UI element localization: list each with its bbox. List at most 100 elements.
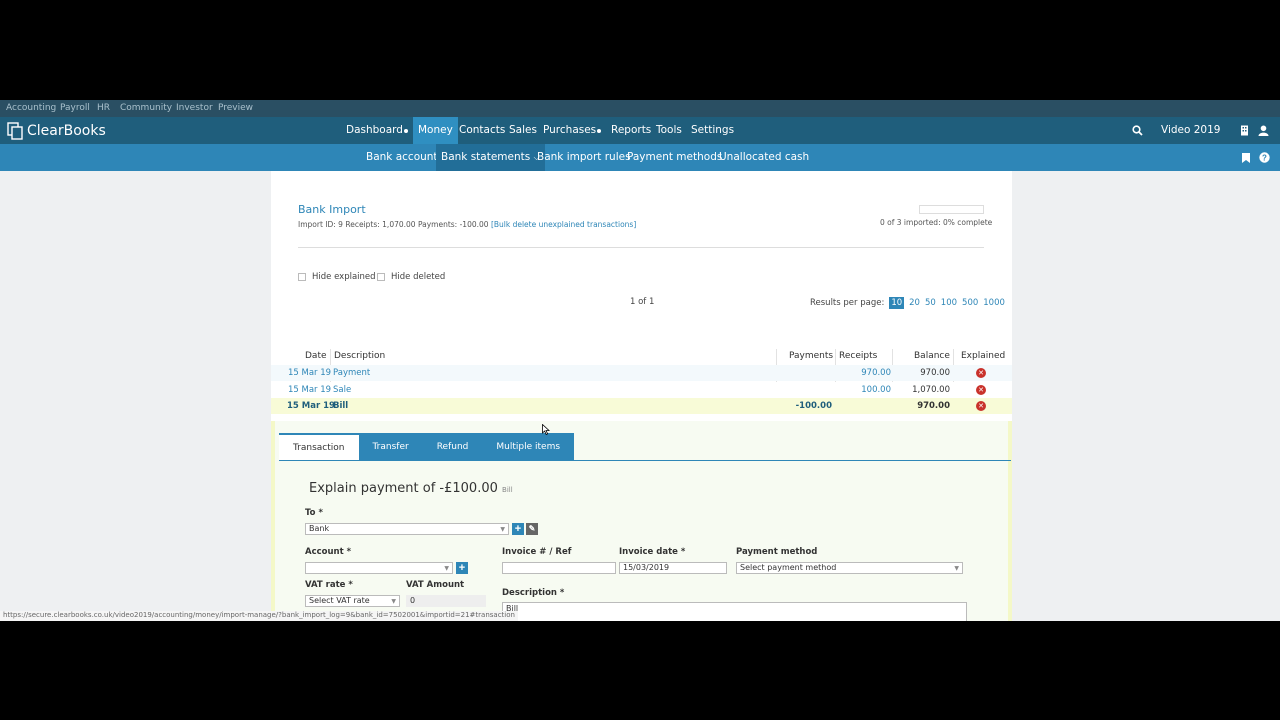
account-label: Account * <box>305 547 352 557</box>
unexplained-icon[interactable]: ✕ <box>976 385 986 395</box>
row-description[interactable]: Bill <box>333 401 348 411</box>
subnav-unallocated-cash[interactable]: Unallocated cash <box>719 144 809 171</box>
rpp-option-10[interactable]: 10 <box>889 297 905 309</box>
subnav-bank-accounts[interactable]: Bank accounts <box>366 144 443 171</box>
explain-title-tag: Bill <box>502 486 513 494</box>
tab-multiple-items[interactable]: Multiple items <box>482 433 575 461</box>
company-name[interactable]: Video 2019 <box>1161 117 1220 144</box>
hide-explained-checkbox[interactable] <box>298 273 306 281</box>
vat-rate-select[interactable]: Select VAT rate ▼ <box>305 595 400 607</box>
row-date[interactable]: 15 Mar 19 <box>288 368 331 378</box>
rpp-option-100[interactable]: 100 <box>941 298 957 308</box>
description-textarea[interactable]: Bill <box>502 602 967 621</box>
building-icon[interactable] <box>1240 125 1249 136</box>
status-bar-url: https://secure.clearbooks.co.uk/video201… <box>0 611 518 621</box>
nav-reports[interactable]: Reports <box>611 117 651 144</box>
tab-underline <box>279 460 1011 461</box>
explain-tabs: Transaction Transfer Refund Multiple ite… <box>279 433 575 461</box>
results-per-page-label: Results per page: <box>810 298 885 308</box>
col-balance: Balance <box>914 351 950 361</box>
row-date[interactable]: 15 Mar 19 <box>287 401 335 411</box>
row-balance: 970.00 <box>920 368 950 378</box>
row-receipts[interactable]: 100.00 <box>861 385 891 395</box>
product-bar: Accounting Payroll HR Community Investor… <box>0 100 1280 117</box>
help-icon[interactable]: ? <box>1259 152 1270 163</box>
subnav-payment-methods[interactable]: Payment methods <box>627 144 722 171</box>
app-screen: Accounting Payroll HR Community Investor… <box>0 100 1280 621</box>
user-icon[interactable] <box>1258 125 1269 136</box>
nav-sales[interactable]: Sales <box>509 117 537 144</box>
invoice-ref-label: Invoice # / Ref <box>502 547 572 557</box>
product-link-payroll[interactable]: Payroll <box>60 103 90 113</box>
nav-dashboard[interactable]: Dashboard <box>346 117 403 144</box>
product-link-investor[interactable]: Investor <box>176 103 213 113</box>
row-description[interactable]: Sale <box>333 385 351 395</box>
product-link-preview[interactable]: Preview <box>218 103 253 113</box>
hide-deleted-toggle[interactable]: Hide deleted <box>377 272 445 282</box>
nav-settings[interactable]: Settings <box>691 117 734 144</box>
import-progress-text: 0 of 3 imported: 0% complete <box>880 218 993 227</box>
product-link-hr[interactable]: HR <box>97 103 110 113</box>
rpp-option-20[interactable]: 20 <box>909 298 920 308</box>
add-account-button[interactable]: + <box>456 562 468 574</box>
account-select[interactable]: ▼ <box>305 562 453 574</box>
tab-transfer[interactable]: Transfer <box>358 433 423 461</box>
subnav-bank-statements-label: Bank statements <box>441 151 531 163</box>
hide-explained-label: Hide explained <box>312 272 376 282</box>
nav-tools[interactable]: Tools <box>656 117 682 144</box>
invoice-ref-input[interactable] <box>502 562 616 574</box>
nav-money[interactable]: Money <box>413 117 458 144</box>
row-balance: 970.00 <box>917 401 950 411</box>
bookmark-icon[interactable] <box>1242 153 1250 163</box>
divider <box>298 247 984 248</box>
vat-amount-field[interactable]: 0 <box>406 595 486 607</box>
table-row[interactable]: 15 Mar 19 Sale 100.00 1,070.00 ✕ <box>271 382 1012 398</box>
subnav-bank-import-rules[interactable]: Bank import rules <box>537 144 631 171</box>
unexplained-icon[interactable]: ✕ <box>976 368 986 378</box>
hide-deleted-label: Hide deleted <box>391 272 446 282</box>
nav-contacts[interactable]: Contacts <box>459 117 505 144</box>
dropdown-caret-icon: ▼ <box>500 526 505 533</box>
table-row-selected[interactable]: 15 Mar 19 Bill -100.00 970.00 ✕ <box>271 398 1012 414</box>
row-description[interactable]: Payment <box>333 368 370 378</box>
sub-nav: Bank accounts Bank statements ⌵ Bank imp… <box>0 144 1280 171</box>
payment-method-label: Payment method <box>736 547 818 557</box>
payment-method-select[interactable]: Select payment method ▼ <box>736 562 963 574</box>
bulk-delete-link[interactable]: [Bulk delete unexplained transactions] <box>491 220 636 229</box>
invoice-date-label: Invoice date * <box>619 547 686 557</box>
row-payments[interactable]: -100.00 <box>796 401 832 411</box>
import-summary: Import ID: 9 Receipts: 1,070.00 Payments… <box>298 220 489 229</box>
rpp-option-50[interactable]: 50 <box>925 298 936 308</box>
rpp-option-1000[interactable]: 1000 <box>983 298 1005 308</box>
vat-rate-label: VAT rate * <box>305 580 353 590</box>
unexplained-icon[interactable]: ✕ <box>976 401 986 411</box>
product-link-accounting[interactable]: Accounting <box>6 103 56 113</box>
explain-title-text: Explain payment of -£100.00 <box>309 481 498 496</box>
description-label: Description * <box>502 588 565 598</box>
table-header: Date Description Payments Receipts Balan… <box>271 349 1012 364</box>
to-value: Bank <box>309 524 330 533</box>
product-link-community[interactable]: Community <box>120 103 172 113</box>
tab-transaction[interactable]: Transaction <box>279 433 359 461</box>
results-per-page: Results per page: 10 20 50 100 500 1000 <box>810 297 1005 309</box>
nav-purchases[interactable]: Purchases <box>543 117 596 144</box>
invoice-date-input[interactable]: 15/03/2019 <box>619 562 727 574</box>
row-receipts[interactable]: 970.00 <box>861 368 891 378</box>
mouse-cursor-icon <box>542 424 550 435</box>
vat-amount-label: VAT Amount <box>406 580 465 590</box>
to-select[interactable]: Bank ▼ <box>305 523 509 535</box>
clearbooks-logo[interactable]: ClearBooks <box>7 122 106 140</box>
payment-method-value: Select payment method <box>740 563 837 572</box>
nav-separator-dot <box>597 129 601 133</box>
to-label: To * <box>305 508 323 518</box>
add-account-button[interactable]: + <box>512 523 524 535</box>
tab-refund[interactable]: Refund <box>422 433 483 461</box>
hide-deleted-checkbox[interactable] <box>377 273 385 281</box>
subnav-bank-statements[interactable]: Bank statements ⌵ <box>436 144 545 171</box>
hide-explained-toggle[interactable]: Hide explained <box>298 272 376 282</box>
rpp-option-500[interactable]: 500 <box>962 298 978 308</box>
edit-pencil-icon[interactable]: ✎ <box>526 523 538 535</box>
table-row[interactable]: 15 Mar 19 Payment 970.00 970.00 ✕ <box>271 365 1012 381</box>
search-icon[interactable] <box>1132 125 1143 136</box>
row-date[interactable]: 15 Mar 19 <box>288 385 331 395</box>
